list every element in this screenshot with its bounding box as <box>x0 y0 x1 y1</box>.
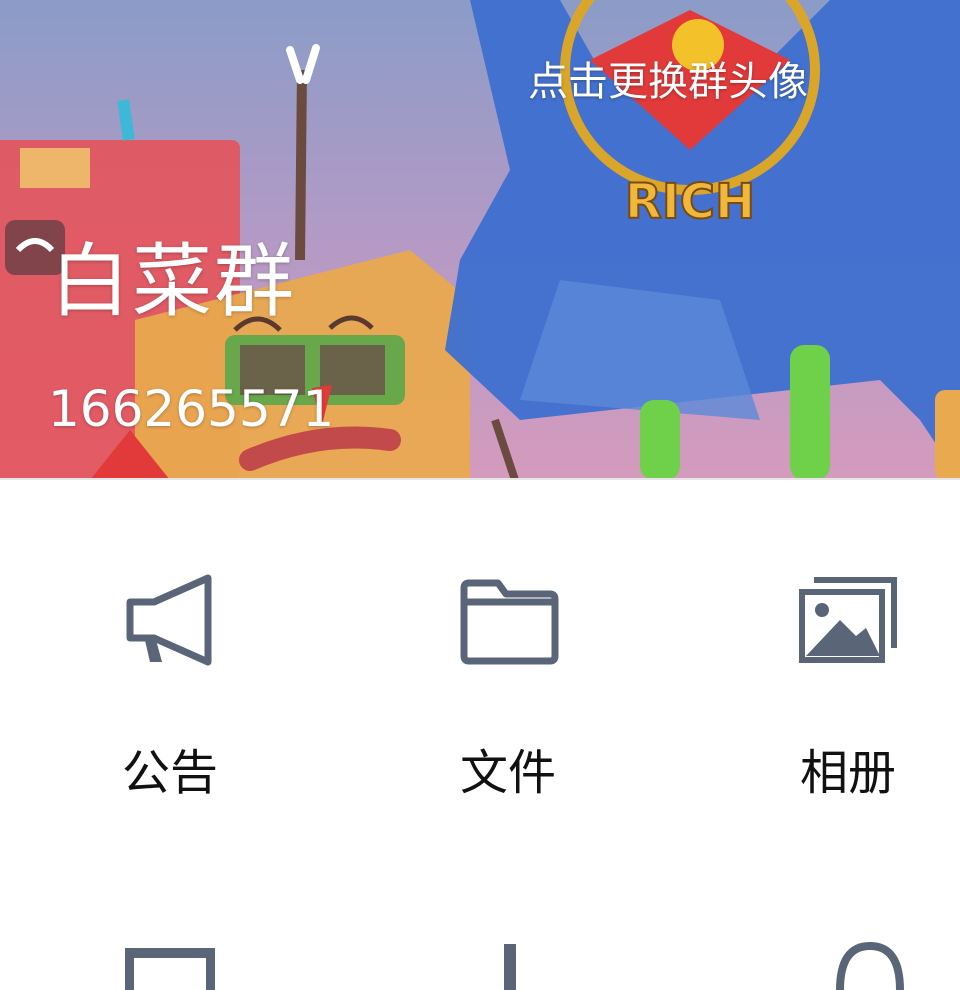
divider <box>0 478 960 480</box>
rich-badge-text: RICH <box>625 174 755 230</box>
calendar-icon[interactable] <box>120 930 230 990</box>
upload-icon[interactable] <box>460 930 570 990</box>
feature-label-album: 相册 <box>799 745 896 801</box>
megaphone-icon <box>126 574 212 666</box>
folder-icon <box>460 579 559 665</box>
feature-label-announcement: 公告 <box>121 745 218 801</box>
location-icon[interactable] <box>810 930 920 990</box>
change-group-avatar-button[interactable]: 点击更换群头像 <box>528 56 808 108</box>
feature-label-files: 文件 <box>459 745 556 801</box>
photo-album-icon <box>799 577 897 663</box>
group-cover[interactable]: RICH 点击更换群头像 白菜群 166265571 <box>0 0 960 480</box>
group-name: 白菜群 <box>50 235 296 328</box>
group-number: 166265571 <box>48 380 335 438</box>
